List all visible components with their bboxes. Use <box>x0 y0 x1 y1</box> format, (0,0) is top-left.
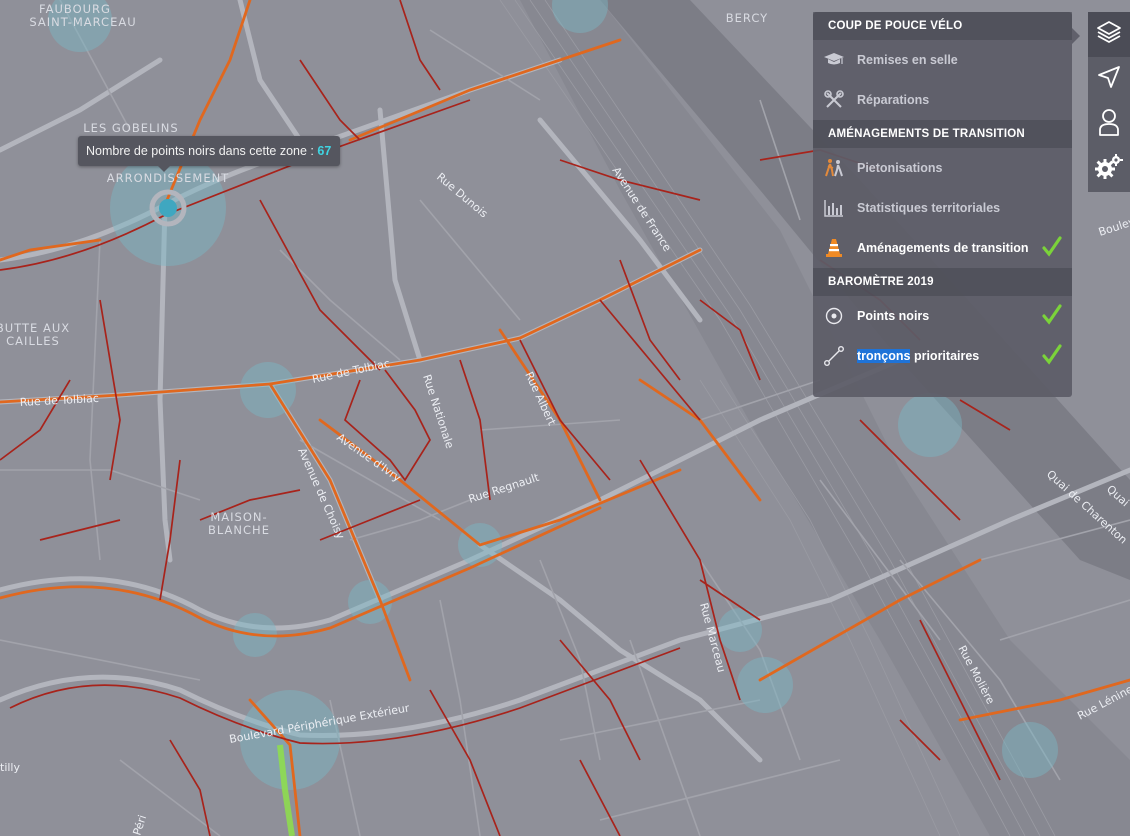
layer-label: Pietonisations <box>857 161 943 175</box>
district-label: FAUBOURG <box>39 2 111 16</box>
settings-icon <box>1095 154 1123 185</box>
layer-label: Statistiques territoriales <box>857 201 1001 215</box>
layer-label: Aménagements de transition <box>857 241 1029 255</box>
layer-reparations[interactable]: Réparations <box>813 80 1072 120</box>
district-label: BUTTE AUX <box>0 321 70 335</box>
route-segment-icon <box>823 345 845 367</box>
section-title: AMÉNAGEMENTS DE TRANSITION <box>813 120 1072 148</box>
zone-circle <box>718 608 762 652</box>
tooltip-label: Nombre de points noirs dans cette zone : <box>86 144 318 158</box>
layers-icon <box>1096 19 1122 50</box>
district-label: SAINT-MARCEAU <box>29 15 136 29</box>
map-toolbar <box>1088 12 1130 192</box>
checkmark-icon <box>1042 344 1062 366</box>
user-button[interactable] <box>1088 102 1130 147</box>
traffic-cone-icon <box>823 237 845 259</box>
highlighted-text: tronçons <box>857 349 911 363</box>
district-label: CAILLES <box>6 334 60 348</box>
checkmark-icon <box>1042 304 1062 326</box>
locate-button[interactable] <box>1088 57 1130 102</box>
location-arrow-icon <box>1097 65 1121 94</box>
layer-statistiques-territoriales[interactable]: Statistiques territoriales <box>813 188 1072 228</box>
district-label: BERCY <box>726 11 768 25</box>
tools-icon <box>823 89 845 111</box>
user-icon <box>1098 108 1120 141</box>
label-rest: prioritaires <box>910 349 980 363</box>
section-title: BAROMÈTRE 2019 <box>813 268 1072 296</box>
zone-tooltip: Nombre de points noirs dans cette zone :… <box>78 136 340 172</box>
layer-label: Réparations <box>857 93 930 107</box>
district-label: MAISON- <box>210 510 267 524</box>
street-label: tilly <box>0 761 20 774</box>
layer-label: tronçons prioritaires <box>857 349 979 363</box>
bar-chart-icon <box>823 197 845 219</box>
district-label: ARRONDISSEMENT <box>107 171 229 185</box>
zone-selected-marker[interactable] <box>159 199 177 217</box>
layer-amenagements-de-transition[interactable]: Aménagements de transition <box>813 228 1072 268</box>
layers-button[interactable] <box>1088 12 1130 57</box>
target-dot-icon <box>823 305 845 327</box>
district-label: LES GOBELINS <box>83 121 178 135</box>
layer-pietonisations[interactable]: Pietonisations <box>813 148 1072 188</box>
checkmark-icon <box>1042 236 1062 258</box>
zone-circle <box>1002 722 1058 778</box>
section-title: COUP DE POUCE VÉLO <box>813 12 1072 40</box>
pedestrian-icon <box>823 157 845 179</box>
tooltip-value: 67 <box>317 144 332 158</box>
district-label: BLANCHE <box>208 523 270 537</box>
layer-troncons-prioritaires[interactable]: tronçons prioritaires <box>813 336 1072 376</box>
layer-points-noirs[interactable]: Points noirs <box>813 296 1072 336</box>
settings-button[interactable] <box>1088 147 1130 192</box>
layer-remises-en-selle[interactable]: Remises en selle <box>813 40 1072 80</box>
layer-label: Points noirs <box>857 309 930 323</box>
graduation-cap-icon <box>823 49 845 71</box>
layer-label: Remises en selle <box>857 53 958 67</box>
zone-circle <box>898 393 962 457</box>
layers-panel: COUP DE POUCE VÉLO Remises en selle Répa… <box>813 12 1080 397</box>
